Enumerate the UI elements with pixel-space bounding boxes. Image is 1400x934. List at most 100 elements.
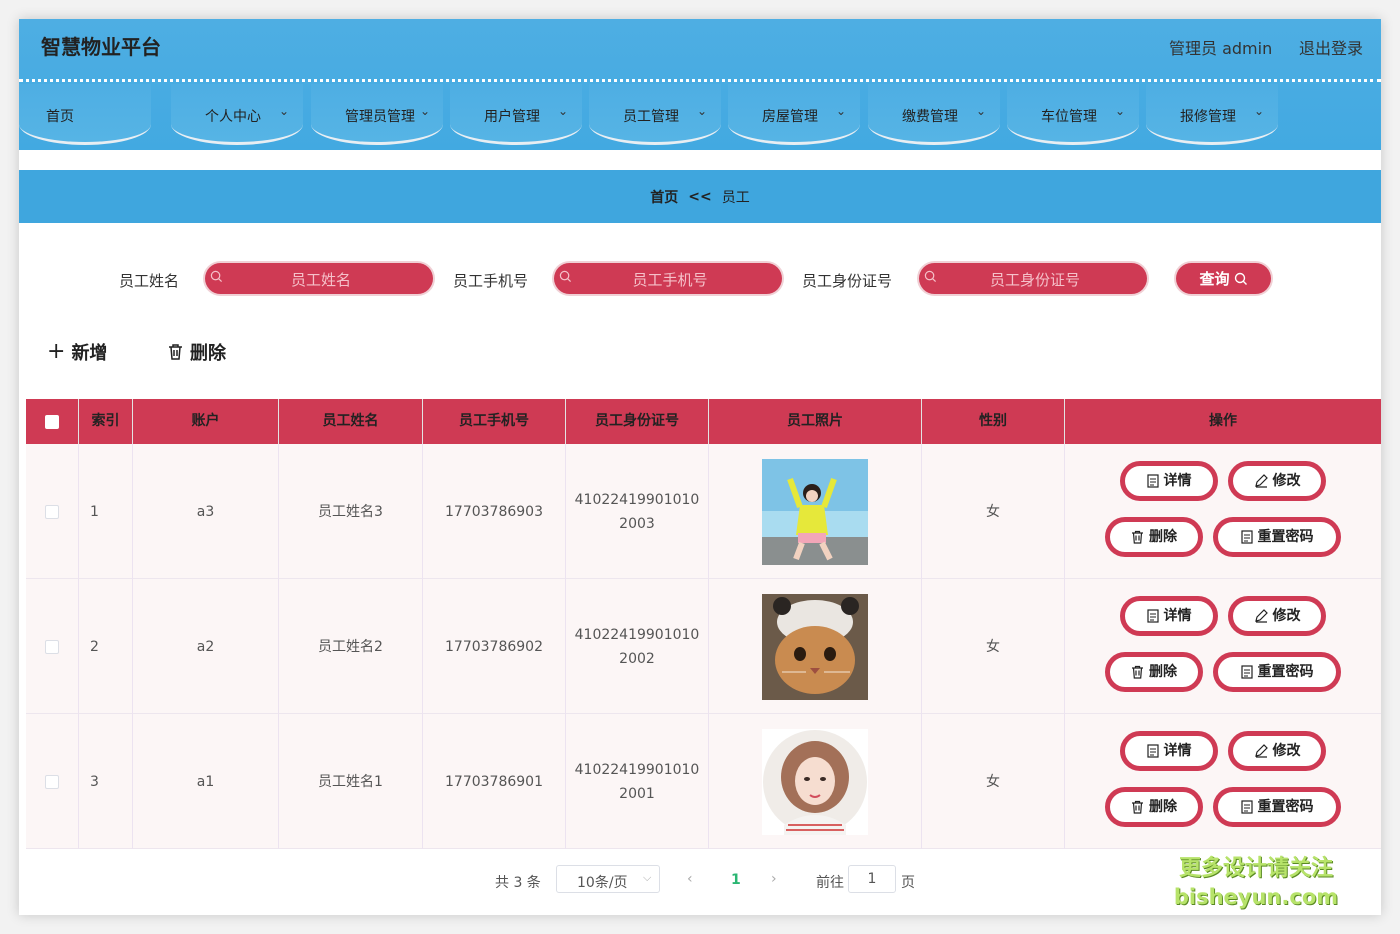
trash-icon	[1132, 530, 1143, 544]
watermark-line: 更多设计请关注	[1178, 856, 1333, 881]
id-number-cell: 41022419901010 2002	[566, 579, 709, 714]
nav-item-admin-management[interactable]: 管理员管理 ⌄	[311, 84, 443, 145]
girl-illustration-avatar	[762, 728, 868, 835]
search-name-input[interactable]	[229, 263, 413, 296]
phone-cell: 17703786902	[423, 579, 566, 714]
nav-item-label: 报修管理	[1180, 109, 1236, 125]
actions-cell: 详情 修改 删除 重置密码	[1065, 579, 1381, 714]
column-header-name: 员工姓名	[279, 399, 423, 444]
row-select-cell	[26, 444, 79, 579]
search-phone-input[interactable]	[578, 263, 762, 296]
reset-password-button[interactable]: 重置密码	[1213, 517, 1341, 557]
app-title: 智慧物业平台	[41, 35, 161, 59]
table-row: 3 a1 员工姓名1 17703786901 41022419901010 20…	[26, 714, 1381, 849]
photo-cell	[709, 714, 922, 849]
trash-icon	[1132, 665, 1143, 679]
delete-button-label: 删除	[1149, 529, 1177, 545]
nav-item-label: 员工管理	[623, 109, 679, 125]
column-header-index: 索引	[79, 399, 133, 444]
search-phone-field[interactable]	[554, 263, 782, 296]
search-icon	[1234, 272, 1247, 285]
nav-item-house-management[interactable]: 房屋管理 ⌄	[728, 84, 860, 145]
watermark: 更多设计请关注 bisheyun.com	[1171, 855, 1341, 911]
query-button[interactable]: 查询	[1176, 263, 1271, 294]
edit-button-label: 修改	[1272, 473, 1301, 489]
photo-cell	[709, 444, 922, 579]
nav-item-user-management[interactable]: 用户管理 ⌄	[450, 84, 582, 145]
name-cell: 员工姓名2	[279, 579, 423, 714]
row-checkbox[interactable]	[45, 639, 59, 654]
column-header-actions: 操作	[1209, 413, 1237, 429]
id-number-line: 41022419901010	[574, 626, 700, 643]
detail-button[interactable]: 详情	[1120, 731, 1218, 771]
edit-button[interactable]: 修改	[1228, 461, 1326, 501]
girl-beach-photo	[762, 458, 868, 565]
detail-button[interactable]: 详情	[1120, 461, 1218, 501]
nav-item-staff-management[interactable]: 员工管理 ⌄	[589, 84, 721, 145]
app-window: 智慧物业平台 管理员 admin 退出登录 首页 个人中心 ⌄ 管理员管理 ⌄ …	[19, 19, 1381, 915]
search-id-input[interactable]	[943, 263, 1127, 296]
nav-item-label: 房屋管理	[762, 109, 818, 125]
detail-button-label: 详情	[1163, 743, 1192, 759]
edit-button[interactable]: 修改	[1228, 731, 1326, 771]
delete-button-label: 删除	[1149, 799, 1177, 815]
chevron-left-icon[interactable]: ‹	[687, 871, 693, 887]
page-number-current[interactable]: 1	[731, 872, 741, 888]
current-user-label: 管理员 admin	[1169, 39, 1273, 58]
delete-button[interactable]: 删除	[1105, 652, 1203, 692]
row-checkbox[interactable]	[45, 504, 59, 519]
search-id-field[interactable]	[919, 263, 1147, 296]
delete-button[interactable]: 删除	[1105, 517, 1203, 557]
search-name-field[interactable]	[205, 263, 433, 296]
nav-item-parking-management[interactable]: 车位管理 ⌄	[1007, 84, 1139, 145]
nav-item-label: 缴费管理	[902, 109, 958, 125]
reset-password-button[interactable]: 重置密码	[1213, 652, 1341, 692]
nav-item-payment-management[interactable]: 缴费管理 ⌄	[868, 84, 1000, 145]
document-icon	[1240, 530, 1253, 544]
select-all-checkbox[interactable]	[45, 414, 59, 429]
query-button-label: 查询	[1199, 271, 1230, 288]
id-number-line: 41022419901010	[574, 491, 700, 508]
header-bar: 智慧物业平台 管理员 admin 退出登录 首页 个人中心 ⌄ 管理员管理 ⌄ …	[19, 19, 1381, 150]
chevron-right-icon[interactable]: ›	[771, 871, 777, 887]
nav-item-label: 车位管理	[1041, 109, 1097, 125]
reset-password-button[interactable]: 重置密码	[1213, 787, 1341, 827]
detail-button-label: 详情	[1163, 608, 1192, 624]
pencil-icon	[1254, 744, 1268, 758]
logout-link[interactable]: 退出登录	[1299, 35, 1363, 59]
actions-cell: 详情 修改 删除 重置密码	[1065, 444, 1381, 579]
document-icon	[1146, 609, 1159, 623]
reset-password-label: 重置密码	[1257, 664, 1314, 680]
nav-item-home[interactable]: 首页	[19, 84, 151, 145]
nav-item-personal-center[interactable]: 个人中心 ⌄	[171, 84, 303, 145]
detail-button[interactable]: 详情	[1120, 596, 1218, 636]
goto-page-input[interactable]	[848, 865, 896, 893]
row-select-cell	[26, 579, 79, 714]
select-all-cell	[26, 399, 79, 444]
breadcrumb-current: 员工	[721, 189, 750, 206]
nav-item-repair-management[interactable]: 报修管理 ⌄	[1146, 84, 1278, 145]
id-number-cell: 41022419901010 2003	[566, 444, 709, 579]
breadcrumb-separator: <<	[688, 188, 712, 205]
total-count: 共 3 条	[495, 875, 541, 891]
column-header-id-number: 员工身份证号	[566, 399, 709, 444]
breadcrumb-home-link[interactable]: 首页	[650, 187, 678, 207]
batch-delete-button[interactable]: 删除	[167, 339, 226, 365]
id-number-cell: 41022419901010 2001	[566, 714, 709, 849]
chevron-down-icon: ⌄	[836, 104, 847, 118]
add-button[interactable]: + 新增	[47, 339, 107, 365]
account-cell: a3	[133, 444, 279, 579]
cat-hat-photo	[762, 593, 868, 700]
photo-cell	[709, 579, 922, 714]
chevron-down-icon: ⌄	[976, 104, 987, 118]
search-icon	[924, 270, 937, 283]
page-size-select[interactable]: 10条/页 ⌵	[556, 865, 660, 893]
delete-button[interactable]: 删除	[1105, 787, 1203, 827]
row-checkbox[interactable]	[45, 774, 59, 789]
phone-cell: 17703786901	[423, 714, 566, 849]
edit-button[interactable]: 修改	[1228, 596, 1326, 636]
reset-password-label: 重置密码	[1257, 529, 1314, 545]
nav-item-label: 管理员管理	[345, 109, 415, 125]
edit-button-label: 修改	[1272, 608, 1301, 624]
document-icon	[1240, 800, 1253, 814]
